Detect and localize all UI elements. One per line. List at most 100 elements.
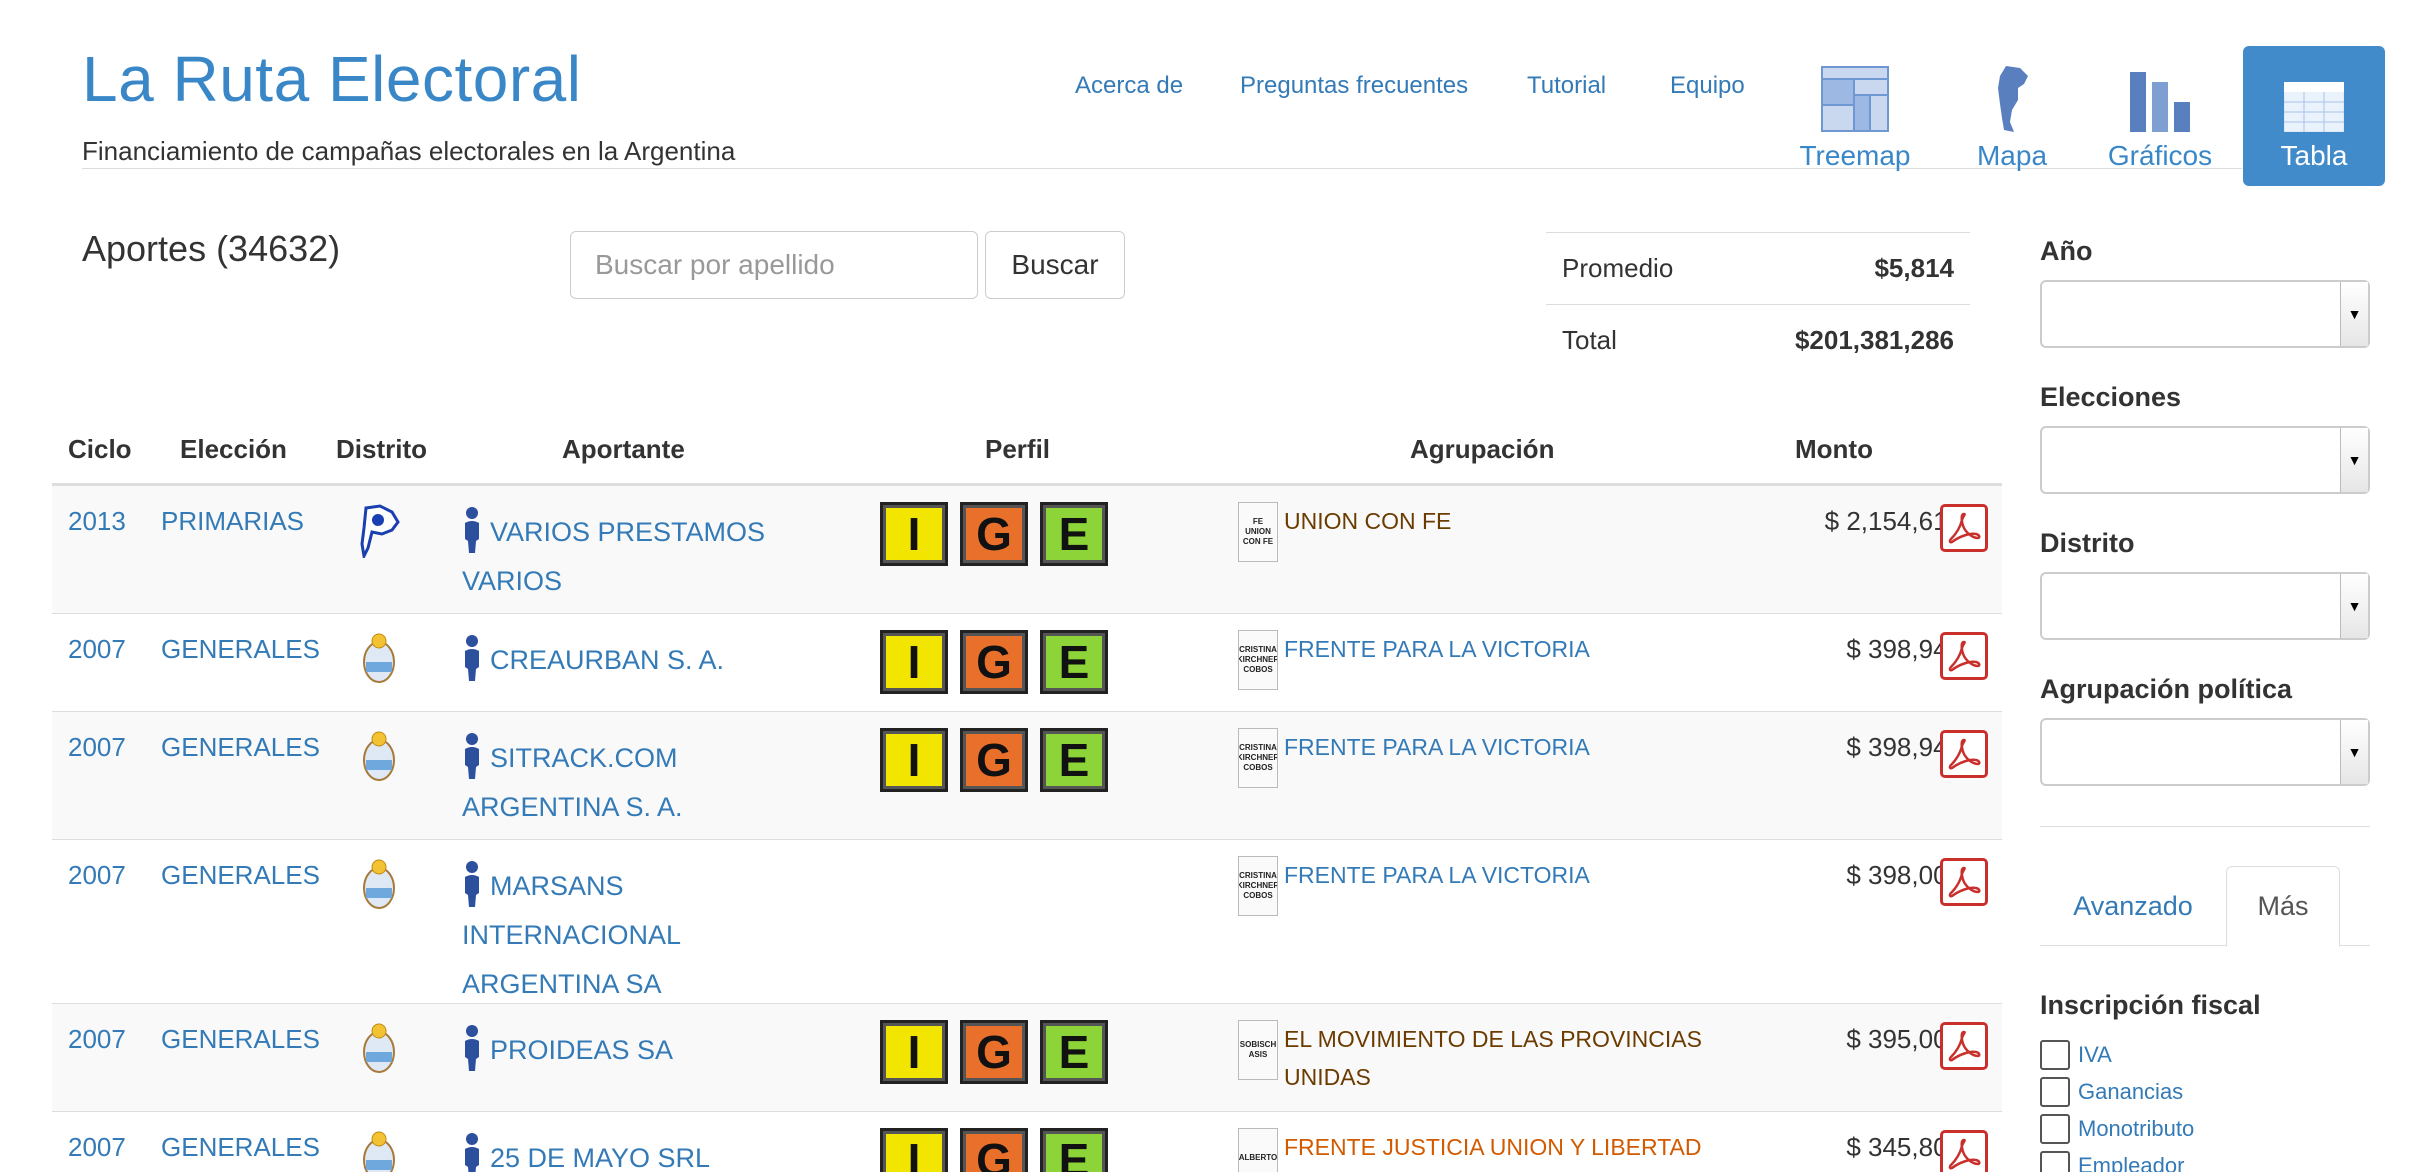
province-map-icon <box>360 504 400 561</box>
distrito-cell[interactable] <box>358 632 400 686</box>
eleccion-link[interactable]: GENERALES <box>161 860 320 891</box>
nav-treemap[interactable]: Treemap <box>1784 46 1926 186</box>
chevron-down-icon[interactable]: ▼ <box>2340 720 2368 784</box>
distrito-cell[interactable] <box>358 1022 400 1076</box>
checkbox-iva[interactable]: IVA <box>2040 1040 2112 1070</box>
eleccion-link[interactable]: PRIMARIAS <box>161 506 304 537</box>
perfil-badge-e[interactable]: E <box>1040 1128 1108 1172</box>
perfil-badge-i[interactable]: I <box>880 728 948 792</box>
perfil-badge-g[interactable]: G <box>960 728 1028 792</box>
ciclo-link[interactable]: 2007 <box>68 860 126 891</box>
perfil-badge-g[interactable]: G <box>960 1128 1028 1172</box>
perfil-badge-i[interactable]: I <box>880 1020 948 1084</box>
col-eleccion[interactable]: Elección <box>180 434 287 465</box>
filter-distrito-select[interactable]: ▼ <box>2040 572 2370 640</box>
nav-acerca-de[interactable]: Acerca de <box>1075 72 1183 100</box>
pdf-icon[interactable] <box>1940 504 1988 552</box>
eleccion-link[interactable]: GENERALES <box>161 634 320 665</box>
agrupacion-link[interactable]: UNION CON FE <box>1284 502 1451 562</box>
table-row: 2007 GENERALES CREAURBAN S. A. I G E CRISTINA K… <box>52 614 2002 712</box>
col-monto[interactable]: Monto <box>1795 434 1873 465</box>
pdf-download-cell[interactable] <box>1940 730 1988 778</box>
filter-distrito-label: Distrito <box>2040 528 2135 558</box>
pdf-download-cell[interactable] <box>1940 1022 1988 1070</box>
pdf-icon[interactable] <box>1940 632 1988 680</box>
aportante-link[interactable]: 25 DE MAYO SRL <box>462 1132 792 1172</box>
col-ciclo[interactable]: Ciclo <box>68 434 132 465</box>
aportante-link[interactable]: CREAURBAN S. A. <box>462 634 792 685</box>
checkbox-empleador[interactable]: Empleador <box>2040 1151 2184 1172</box>
pdf-download-cell[interactable] <box>1940 632 1988 680</box>
pdf-download-cell[interactable] <box>1940 1130 1988 1172</box>
agrupacion-name-line: UNION CON FE <box>1284 508 1452 534</box>
tab-mas[interactable]: Más <box>2226 866 2340 947</box>
checkbox-monotributo[interactable]: Monotributo <box>2040 1114 2194 1144</box>
ballot-poster-icon: SOBISCH ASIS <box>1238 1020 1278 1080</box>
col-distrito[interactable]: Distrito <box>336 434 427 465</box>
chevron-down-icon[interactable]: ▼ <box>2340 282 2368 346</box>
pdf-download-cell[interactable] <box>1940 858 1988 906</box>
search-button[interactable]: Buscar <box>985 231 1125 299</box>
filter-elecciones-label: Elecciones <box>2040 382 2182 412</box>
aportante-link[interactable]: VARIOS PRESTAMOS VARIOS <box>462 506 792 606</box>
agrupacion-link[interactable]: FRENTE PARA LA VICTORIA <box>1284 856 1590 916</box>
nav-tabla[interactable]: Tabla <box>2243 46 2385 186</box>
agrupacion-link[interactable]: EL MOVIMIENTO DE LAS PROVINCIAS UNIDAS <box>1284 1020 1702 1096</box>
perfil-badge-e[interactable]: E <box>1040 1020 1108 1084</box>
ciclo-link[interactable]: 2007 <box>68 1024 126 1055</box>
nav-tutorial[interactable]: Tutorial <box>1527 72 1606 100</box>
ciclo-link[interactable]: 2013 <box>68 506 126 537</box>
col-aportante[interactable]: Aportante <box>562 434 685 465</box>
eleccion-link[interactable]: GENERALES <box>161 732 320 763</box>
perfil-badge-e[interactable]: E <box>1040 728 1108 792</box>
checkbox-box[interactable] <box>2040 1114 2070 1144</box>
aportante-link[interactable]: PROIDEAS SA <box>462 1024 792 1075</box>
checkbox-box[interactable] <box>2040 1077 2070 1107</box>
perfil-badge-i[interactable]: I <box>880 630 948 694</box>
checkbox-box[interactable] <box>2040 1040 2070 1070</box>
checkbox-ganancias[interactable]: Ganancias <box>2040 1077 2183 1107</box>
pdf-icon[interactable] <box>1940 858 1988 906</box>
pdf-icon[interactable] <box>1940 730 1988 778</box>
filter-agrupacion-select[interactable]: ▼ <box>2040 718 2370 786</box>
nav-equipo[interactable]: Equipo <box>1670 72 1745 100</box>
pdf-icon[interactable] <box>1940 1130 1988 1172</box>
filter-ano-select[interactable]: ▼ <box>2040 280 2370 348</box>
perfil-badge-g[interactable]: G <box>960 1020 1028 1084</box>
pdf-download-cell[interactable] <box>1940 504 1988 552</box>
agrupacion-link[interactable]: FRENTE PARA LA VICTORIA <box>1284 630 1590 690</box>
perfil-badge-i[interactable]: I <box>880 1128 948 1172</box>
filter-elecciones-select[interactable]: ▼ <box>2040 426 2370 494</box>
nav-graficos[interactable]: Gráficos <box>2089 46 2231 186</box>
eleccion-link[interactable]: GENERALES <box>161 1132 320 1163</box>
ciclo-link[interactable]: 2007 <box>68 1132 126 1163</box>
perfil-badge-e[interactable]: E <box>1040 630 1108 694</box>
perfil-badge-g[interactable]: G <box>960 630 1028 694</box>
ciclo-link[interactable]: 2007 <box>68 732 126 763</box>
nav-preguntas-frecuentes[interactable]: Preguntas frecuentes <box>1240 72 1468 100</box>
pdf-icon[interactable] <box>1940 1022 1988 1070</box>
checkbox-box[interactable] <box>2040 1151 2070 1172</box>
agrupacion-link[interactable]: FRENTE PARA LA VICTORIA <box>1284 728 1590 788</box>
chevron-down-icon[interactable]: ▼ <box>2340 428 2368 492</box>
perfil-badge-e[interactable]: E <box>1040 502 1108 566</box>
aportante-link[interactable]: SITRACK.COM ARGENTINA S. A. <box>462 732 792 832</box>
tab-avanzado[interactable]: Avanzado <box>2040 866 2226 947</box>
eleccion-link[interactable]: GENERALES <box>161 1024 320 1055</box>
site-brand[interactable]: La Ruta Electoral <box>82 42 581 116</box>
distrito-cell[interactable] <box>358 858 400 912</box>
nav-mapa[interactable]: Mapa <box>1941 46 2083 186</box>
perfil-badge-i[interactable]: I <box>880 502 948 566</box>
search-input[interactable] <box>570 231 978 299</box>
chevron-down-icon[interactable]: ▼ <box>2340 574 2368 638</box>
distrito-cell[interactable] <box>358 504 400 561</box>
agrupacion-link[interactable]: FRENTE JUSTICIA UNION Y LIBERTAD <box>1284 1128 1702 1172</box>
distrito-cell[interactable] <box>358 730 400 784</box>
aportante-link[interactable]: MARSANS INTERNACIONAL ARGENTINA SA <box>462 860 792 1009</box>
nav-graficos-label: Gráficos <box>2107 140 2213 171</box>
col-perfil[interactable]: Perfil <box>985 434 1050 465</box>
perfil-badge-g[interactable]: G <box>960 502 1028 566</box>
ciclo-link[interactable]: 2007 <box>68 634 126 665</box>
col-agrupacion[interactable]: Agrupación <box>1410 434 1554 465</box>
distrito-cell[interactable] <box>358 1130 400 1172</box>
